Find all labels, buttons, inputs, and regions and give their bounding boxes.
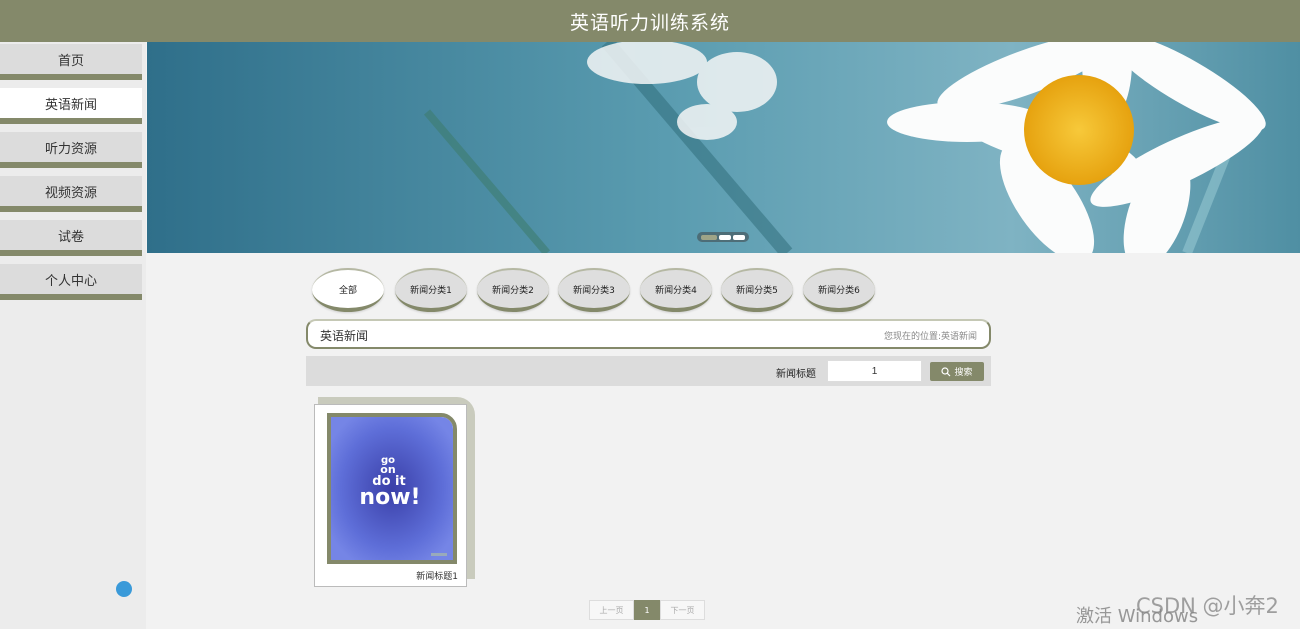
- category-label: 新闻分类2: [492, 285, 534, 296]
- category-label: 新闻分类1: [410, 285, 452, 296]
- app-title: 英语听力训练系统: [569, 11, 730, 34]
- sidebar-item-label: 个人中心: [44, 273, 97, 289]
- category-label: 新闻分类5: [736, 285, 778, 296]
- category-5[interactable]: 新闻分类5: [721, 268, 793, 312]
- sidebar-item-profile[interactable]: 个人中心: [0, 264, 142, 300]
- prev-page-button[interactable]: 上一页: [589, 600, 634, 620]
- sidebar-item-label: 英语新闻: [44, 97, 97, 113]
- category-all[interactable]: 全部: [312, 268, 384, 312]
- sidebar-item-label: 首页: [57, 53, 84, 69]
- app-header: 英语听力训练系统: [0, 0, 1300, 42]
- news-thumbnail-image: go on do it now!: [331, 417, 453, 560]
- search-label: 新闻标题: [776, 369, 816, 380]
- category-label: 新闻分类4: [655, 285, 697, 296]
- category-2[interactable]: 新闻分类2: [477, 268, 549, 312]
- category-6[interactable]: 新闻分类6: [803, 268, 875, 312]
- page-title: 英语新闻: [320, 329, 369, 343]
- category-label: 新闻分类3: [573, 285, 615, 296]
- news-thumbnail[interactable]: go on do it now!: [327, 413, 457, 564]
- breadcrumb: 英语新闻 您现在的位置:英语新闻: [306, 319, 991, 349]
- breadcrumb-prefix: 您现在的位置:: [883, 332, 941, 342]
- category-label: 新闻分类6: [818, 285, 860, 296]
- pagination: 上一页 1 下一页: [589, 600, 705, 620]
- search-bar: 新闻标题 搜索: [306, 356, 991, 386]
- sidebar-item-exam[interactable]: 试卷: [0, 220, 142, 256]
- news-card-title[interactable]: 新闻标题1: [416, 569, 458, 582]
- current-page-button[interactable]: 1: [634, 600, 660, 620]
- sidebar-item-label: 视频资源: [44, 185, 97, 201]
- search-button[interactable]: 搜索: [930, 362, 984, 381]
- category-4[interactable]: 新闻分类4: [640, 268, 712, 312]
- thumb-word: now!: [359, 485, 420, 510]
- carousel-dot[interactable]: [719, 234, 731, 240]
- sidebar-item-english-news[interactable]: 英语新闻: [0, 88, 142, 124]
- banner-carousel[interactable]: [147, 42, 1300, 253]
- breadcrumb-location: 您现在的位置:英语新闻: [884, 329, 977, 342]
- carousel-dot[interactable]: [701, 234, 717, 240]
- breadcrumb-current[interactable]: 英语新闻: [941, 332, 977, 342]
- news-card[interactable]: go on do it now! 新闻标题1: [314, 404, 467, 587]
- sidebar-item-listening[interactable]: 听力资源: [0, 132, 142, 168]
- category-1[interactable]: 新闻分类1: [395, 268, 467, 312]
- search-input[interactable]: [827, 360, 922, 382]
- csdn-watermark: CSDN @小奔2: [1136, 594, 1279, 618]
- banner-image: [147, 42, 1300, 253]
- category-label: 全部: [338, 285, 357, 296]
- search-icon: [941, 366, 951, 376]
- carousel-indicator[interactable]: [697, 232, 749, 242]
- help-bubble-icon[interactable]: [116, 581, 132, 597]
- category-3[interactable]: 新闻分类3: [558, 268, 630, 312]
- next-page-button[interactable]: 下一页: [660, 600, 705, 620]
- sidebar-item-home[interactable]: 首页: [0, 44, 142, 80]
- sidebar-item-label: 听力资源: [44, 141, 97, 157]
- sidebar-item-label: 试卷: [57, 229, 84, 245]
- search-button-label: 搜索: [954, 368, 973, 378]
- sidebar: 首页 英语新闻 听力资源 视频资源 试卷 个人中心: [0, 42, 146, 629]
- sidebar-item-video[interactable]: 视频资源: [0, 176, 142, 212]
- carousel-dot[interactable]: [733, 234, 745, 240]
